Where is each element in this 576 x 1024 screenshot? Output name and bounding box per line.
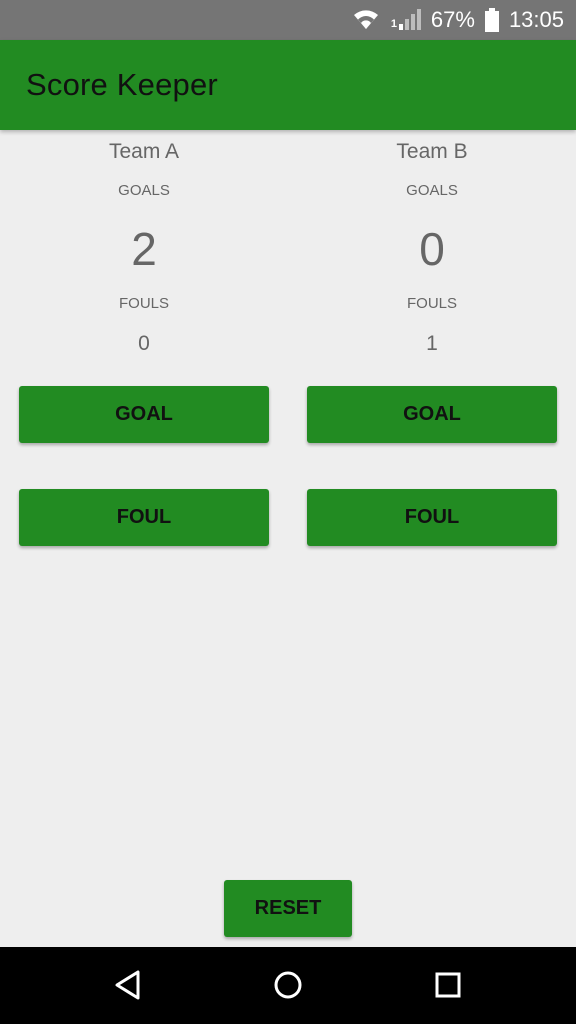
team-b-name: Team B [396,140,468,163]
app-bar: Score Keeper [0,40,576,130]
back-icon[interactable] [108,965,148,1005]
team-b-goal-button[interactable]: GOAL [307,386,557,443]
team-a-name: Team A [108,140,180,163]
status-bar: 1 67% 13:05 [0,0,576,40]
team-b-goals-value: 0 [419,223,445,275]
team-a-column: Team A GOALS 2 FOULS 0 GOAL FOUL [0,130,288,550]
home-icon[interactable] [268,965,308,1005]
team-a-foul-button[interactable]: FOUL [19,489,269,546]
team-b-foul-button[interactable]: FOUL [307,489,557,546]
status-icons: 1 67% 13:05 [351,0,564,40]
navigation-bar [0,947,576,1024]
recents-icon[interactable] [428,965,468,1005]
wifi-icon [351,7,381,33]
reset-button[interactable]: RESET [224,880,352,937]
team-b-goals-label: GOALS [406,182,458,199]
clock: 13:05 [508,7,564,32]
battery-icon [484,8,499,32]
team-a-fouls-value: 0 [138,332,150,355]
signal-icon: 1 [391,8,421,32]
app-title: Score Keeper [26,67,218,102]
team-b-fouls-label: FOULS [406,295,457,312]
signal-label: 1 [390,18,398,30]
team-b-fouls-value: 1 [426,332,438,355]
battery-percent: 67% [430,7,475,32]
team-b-column: Team B GOALS 0 FOULS 1 GOAL FOUL [288,130,576,550]
team-a-goal-button[interactable]: GOAL [19,386,269,443]
team-a-goals-value: 2 [131,223,157,275]
team-a-goals-label: GOALS [118,182,170,199]
team-a-fouls-label: FOULS [118,295,169,312]
